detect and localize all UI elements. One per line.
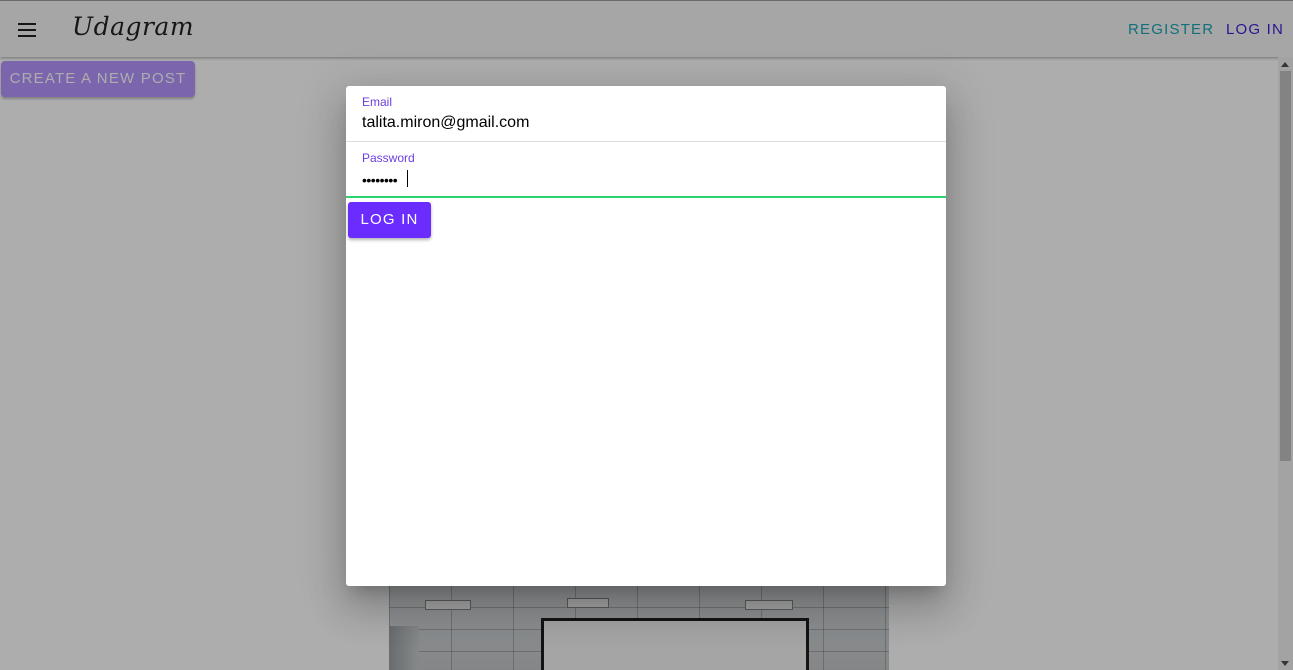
password-label: Password xyxy=(362,151,415,165)
password-input[interactable] xyxy=(362,169,922,191)
login-submit-button[interactable]: LOG IN xyxy=(348,202,431,238)
login-modal: Email Password LOG IN xyxy=(346,86,946,586)
password-field[interactable]: Password xyxy=(346,142,946,198)
text-caret xyxy=(407,170,408,187)
email-input[interactable] xyxy=(362,112,922,134)
email-field[interactable]: Email xyxy=(346,86,946,142)
email-label: Email xyxy=(362,95,393,109)
